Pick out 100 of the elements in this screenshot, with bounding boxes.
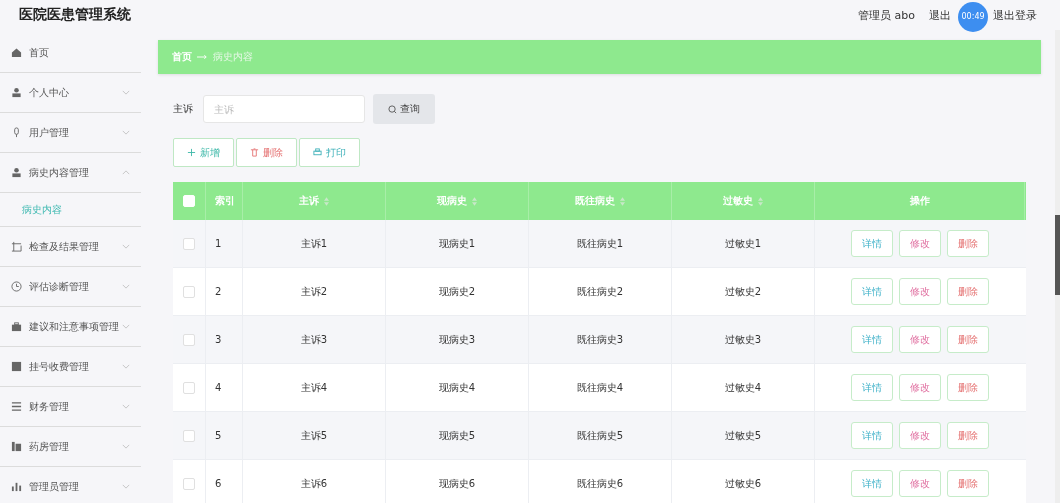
table-cell: 既往病史4 bbox=[576, 380, 624, 395]
row-action-button[interactable]: 详情 bbox=[851, 326, 893, 353]
table-cell: 现病史4 bbox=[438, 380, 476, 395]
table-cell: 过敏史3 bbox=[724, 332, 762, 347]
table-cell: 主诉1 bbox=[300, 236, 328, 251]
row-action-button[interactable]: 详情 bbox=[851, 470, 893, 497]
sidebar-item[interactable]: 管理员管理 bbox=[0, 467, 141, 503]
menu-icon bbox=[11, 441, 22, 452]
table-cell: 过敏史1 bbox=[724, 236, 762, 251]
sidebar-item[interactable]: 评估诊断管理 bbox=[0, 267, 141, 307]
table-cell: 既往病史1 bbox=[576, 236, 624, 251]
action-button[interactable]: 新增 bbox=[173, 138, 234, 167]
sidebar-item[interactable]: 首页 bbox=[0, 33, 141, 73]
row-checkbox[interactable] bbox=[183, 285, 195, 298]
chevron-icon bbox=[122, 244, 130, 249]
sidebar-item[interactable]: 个人中心 bbox=[0, 73, 141, 113]
table-cell: 过敏史2 bbox=[724, 284, 762, 299]
menu-icon bbox=[11, 47, 22, 58]
column-header: 现病史 bbox=[437, 194, 467, 208]
sort-icon[interactable] bbox=[758, 196, 763, 206]
search-icon bbox=[388, 104, 397, 114]
table-cell: 过敏史5 bbox=[724, 428, 762, 443]
sort-icon[interactable] bbox=[472, 196, 477, 206]
row-action-button[interactable]: 删除 bbox=[947, 230, 989, 257]
row-action-button[interactable]: 详情 bbox=[851, 374, 893, 401]
menu-icon bbox=[11, 401, 22, 412]
action-button[interactable]: 打印 bbox=[299, 138, 360, 167]
table-cell: 主诉2 bbox=[300, 284, 328, 299]
app-title: 医院医患管理系统 bbox=[19, 6, 131, 24]
select-all-checkbox[interactable] bbox=[183, 195, 195, 207]
row-checkbox[interactable] bbox=[183, 333, 195, 346]
column-header: 过敏史 bbox=[723, 194, 753, 208]
table-cell: 4 bbox=[215, 382, 222, 393]
sidebar-item[interactable]: 药房管理 bbox=[0, 427, 141, 467]
sidebar-item[interactable]: 病史内容管理 bbox=[0, 153, 141, 193]
column-header: 既往病史 bbox=[575, 194, 615, 208]
table-cell: 主诉6 bbox=[300, 476, 328, 491]
search-button[interactable]: 查询 bbox=[373, 94, 435, 124]
header-link[interactable]: 退出 bbox=[929, 7, 951, 23]
row-action-button[interactable]: 修改 bbox=[899, 470, 941, 497]
sort-icon[interactable] bbox=[324, 196, 329, 206]
row-action-button[interactable]: 详情 bbox=[851, 422, 893, 449]
table-cell: 现病史3 bbox=[438, 332, 476, 347]
chevron-icon bbox=[122, 364, 130, 369]
field-label: 主诉 bbox=[173, 102, 193, 116]
table-cell: 既往病史6 bbox=[576, 476, 624, 491]
table-cell: 过敏史6 bbox=[724, 476, 762, 491]
table-cell: 6 bbox=[215, 478, 222, 489]
sidebar-item[interactable]: 检查及结果管理 bbox=[0, 227, 141, 267]
sidebar-item[interactable]: 财务管理 bbox=[0, 387, 141, 427]
menu-icon bbox=[11, 321, 22, 332]
row-action-button[interactable]: 修改 bbox=[899, 230, 941, 257]
table-cell: 1 bbox=[215, 238, 222, 249]
row-checkbox[interactable] bbox=[183, 429, 195, 442]
row-action-button[interactable]: 删除 bbox=[947, 422, 989, 449]
chevron-icon bbox=[122, 90, 130, 95]
menu-icon bbox=[11, 361, 22, 372]
menu-icon bbox=[11, 281, 22, 292]
action-button[interactable]: 删除 bbox=[236, 138, 297, 167]
sidebar-item[interactable]: 挂号收费管理 bbox=[0, 347, 141, 387]
row-action-button[interactable]: 删除 bbox=[947, 470, 989, 497]
table-cell: 过敏史4 bbox=[724, 380, 762, 395]
table-cell: 既往病史2 bbox=[576, 284, 624, 299]
sidebar-item[interactable]: 用户管理 bbox=[0, 113, 141, 153]
menu-icon bbox=[11, 241, 22, 252]
table-cell: 主诉5 bbox=[300, 428, 328, 443]
table-cell: 主诉3 bbox=[300, 332, 328, 347]
row-action-button[interactable]: 修改 bbox=[899, 422, 941, 449]
row-checkbox[interactable] bbox=[183, 477, 195, 490]
row-action-button[interactable]: 删除 bbox=[947, 326, 989, 353]
menu-icon bbox=[11, 481, 22, 492]
row-checkbox[interactable] bbox=[183, 381, 195, 394]
chevron-icon bbox=[122, 404, 130, 409]
row-action-button[interactable]: 修改 bbox=[899, 374, 941, 401]
sidebar-item[interactable]: 建议和注意事项管理 bbox=[0, 307, 141, 347]
chevron-icon bbox=[122, 444, 130, 449]
table-cell: 现病史5 bbox=[438, 428, 476, 443]
column-header: 索引 bbox=[215, 194, 235, 208]
user-label: 管理员 abo bbox=[858, 7, 915, 23]
header-link[interactable]: 退出登录 bbox=[993, 7, 1037, 23]
row-checkbox[interactable] bbox=[183, 237, 195, 250]
table-cell: 现病史6 bbox=[438, 476, 476, 491]
column-header: 操作 bbox=[909, 194, 930, 208]
submenu-item[interactable]: 病史内容 bbox=[0, 193, 141, 227]
chevron-icon bbox=[122, 130, 130, 135]
row-action-button[interactable]: 修改 bbox=[899, 326, 941, 353]
chevron-icon bbox=[122, 284, 130, 289]
row-action-button[interactable]: 详情 bbox=[851, 278, 893, 305]
table-cell: 主诉4 bbox=[300, 380, 328, 395]
trash-icon bbox=[250, 148, 259, 157]
chevron-icon bbox=[122, 484, 130, 489]
row-action-button[interactable]: 详情 bbox=[851, 230, 893, 257]
row-action-button[interactable]: 删除 bbox=[947, 278, 989, 305]
table-cell: 现病史2 bbox=[438, 284, 476, 299]
sort-icon[interactable] bbox=[620, 196, 625, 206]
plus-icon bbox=[187, 148, 196, 157]
scrollbar[interactable] bbox=[1055, 30, 1060, 503]
row-action-button[interactable]: 修改 bbox=[899, 278, 941, 305]
row-action-button[interactable]: 删除 bbox=[947, 374, 989, 401]
table-cell: 2 bbox=[215, 286, 222, 297]
